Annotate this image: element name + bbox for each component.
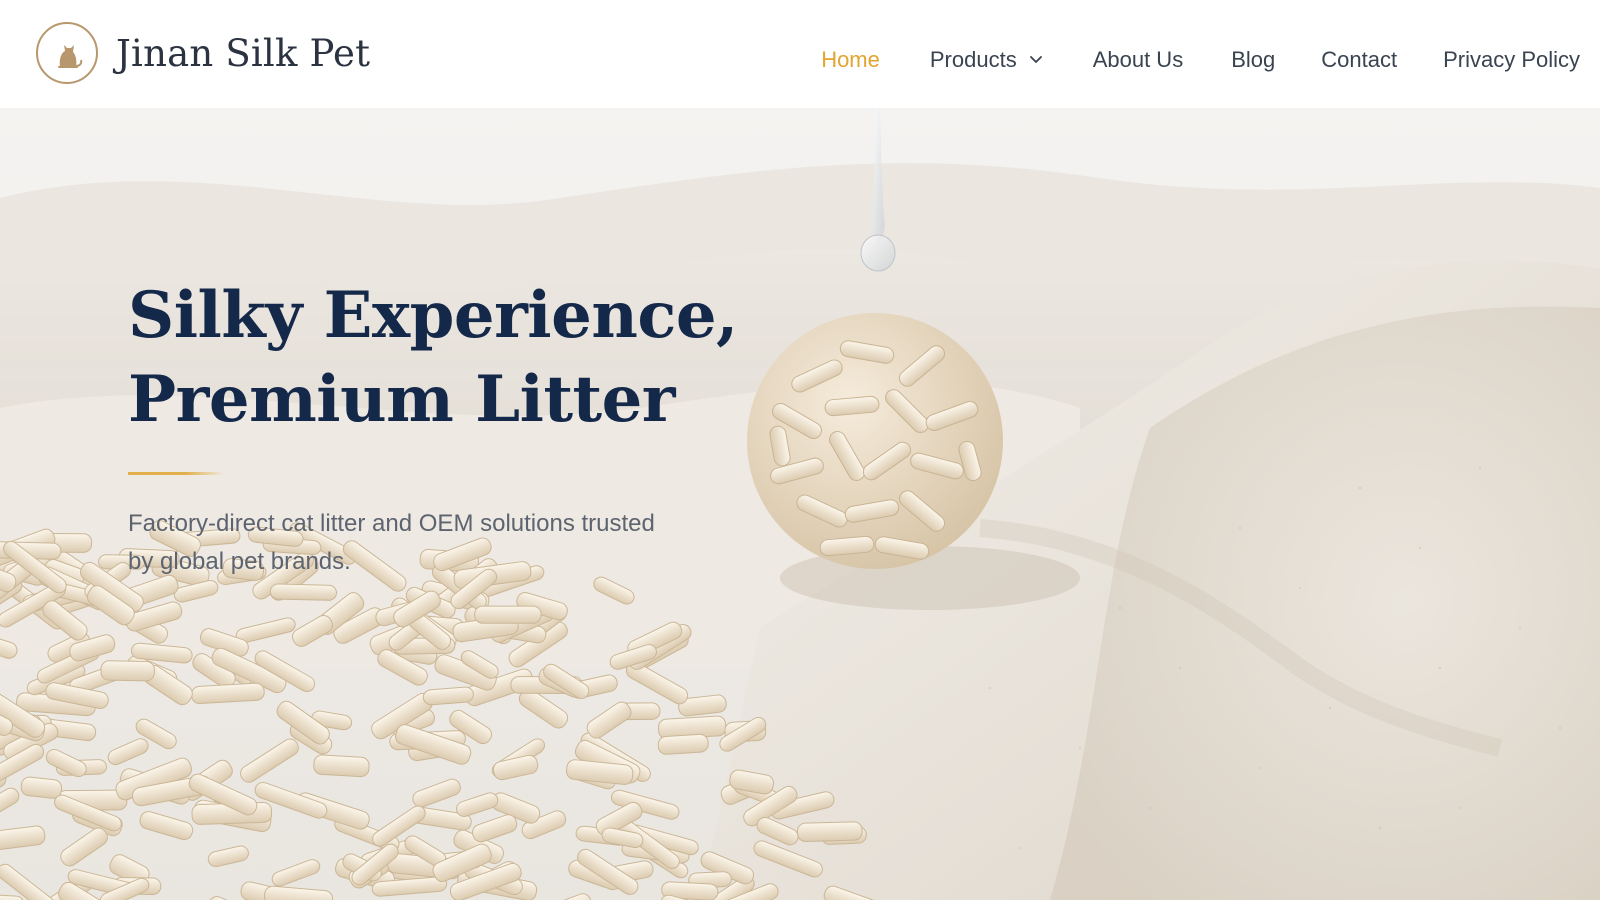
page: Jinan Silk Pet Home Products About Us Bl… [0,0,1600,900]
nav-products-label: Products [929,47,1017,72]
hero-section: Silky Experience, Premium Litter Factory… [0,108,1600,900]
nav-home[interactable]: Home [821,47,880,73]
litter-pellet [100,660,155,682]
hero-subtitle: Factory-direct cat litter and OEM soluti… [128,510,655,575]
nav-contact[interactable]: Contact [1321,47,1397,73]
litter-pellet [474,605,542,624]
brand-link[interactable]: Jinan Silk Pet [36,22,370,84]
site-header: Jinan Silk Pet Home Products About Us Bl… [0,0,1600,108]
nav-blog[interactable]: Blog [1231,47,1275,73]
litter-pellet [191,682,265,704]
cat-icon [36,22,98,84]
litter-pellet [796,821,863,842]
nav-products[interactable]: Products [930,47,1043,73]
nav-privacy-policy[interactable]: Privacy Policy [1443,47,1580,73]
chevron-down-icon [1029,55,1043,65]
litter-pellet [313,754,370,778]
main-nav: Home Products About Us Blog Contact Priv… [821,40,1580,80]
hero-divider [128,472,224,475]
hero-content: Silky Experience, Premium Litter Factory… [128,274,748,581]
litter-pellet [269,583,338,601]
litter-pellet [657,733,709,755]
hero-title-line-1: Silky Experience, [128,278,738,353]
litter-pellet [20,776,63,799]
hero-title: Silky Experience, Premium Litter [128,274,748,442]
litter-pellet [422,686,474,706]
hero-title-line-2: Premium Litter [128,362,676,437]
brand-name: Jinan Silk Pet [116,31,371,75]
nav-about-us[interactable]: About Us [1093,47,1184,73]
